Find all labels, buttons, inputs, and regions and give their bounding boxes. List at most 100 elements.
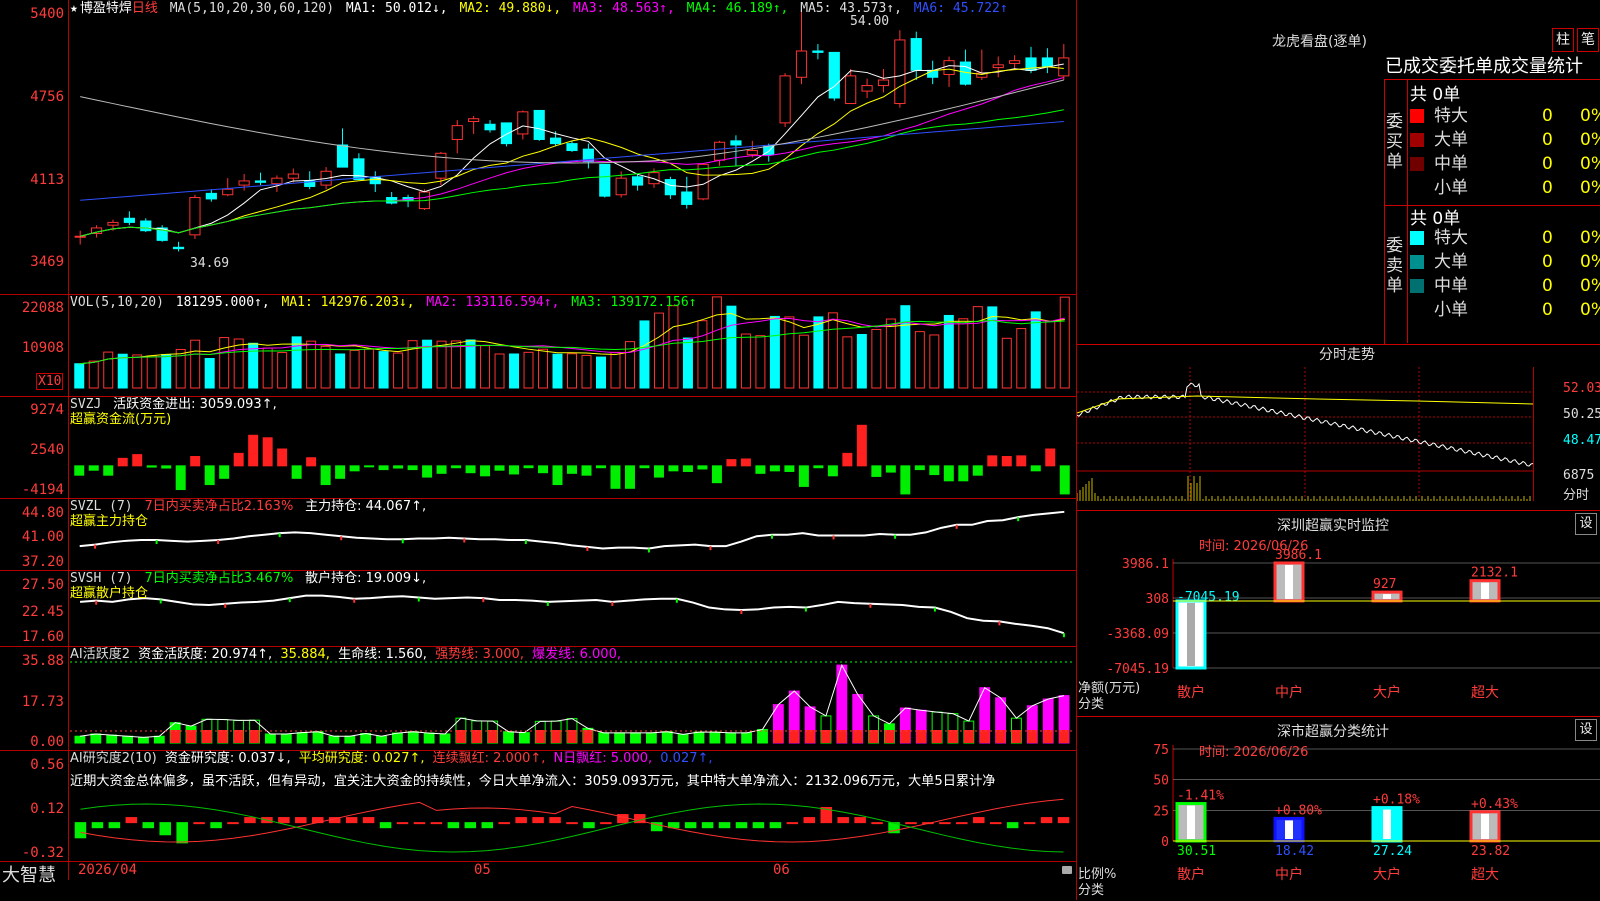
- bar: [349, 465, 360, 472]
- column-view-button[interactable]: 柱: [1552, 28, 1574, 52]
- y-tick: 44.80: [21, 505, 64, 521]
- candle-body: [631, 176, 644, 186]
- candle-body: [927, 69, 939, 78]
- bar: [827, 312, 838, 389]
- bar: [784, 465, 795, 472]
- bar: [498, 822, 510, 825]
- bar: [391, 732, 403, 744]
- base-block: [249, 730, 260, 743]
- base-block: [836, 730, 847, 743]
- tick-view-button[interactable]: 笔: [1577, 28, 1599, 52]
- base-block: [805, 730, 816, 743]
- bar: [278, 817, 290, 824]
- bar: [653, 465, 664, 478]
- bar: [210, 822, 222, 829]
- star-icon[interactable]: ★: [70, 1, 78, 16]
- bar: [146, 465, 157, 468]
- research-line: [80, 798, 1064, 843]
- bar: [987, 306, 998, 389]
- bar: [549, 817, 561, 824]
- bar: [413, 822, 426, 825]
- y-tick: 0.12: [30, 801, 64, 817]
- base-block: [1027, 730, 1038, 743]
- bar: [1059, 465, 1070, 495]
- bar: [436, 340, 447, 389]
- y-tick: 3986.1: [1122, 557, 1169, 572]
- bar: [264, 733, 276, 744]
- date-may: 05: [474, 862, 491, 878]
- bar: [233, 338, 244, 389]
- bar-highlight: [1187, 602, 1195, 666]
- bar: [328, 735, 340, 744]
- bar: [552, 353, 563, 389]
- svzj-chart: [74, 424, 1070, 495]
- hold-line: [79, 510, 1065, 550]
- lock-icon[interactable]: [1062, 866, 1072, 874]
- ai2-e: 0.027↑,: [660, 751, 713, 766]
- base-block: [535, 730, 546, 743]
- period-label[interactable]: 日线: [132, 1, 158, 16]
- vol-params: VOL(5,10,20): [70, 295, 164, 310]
- value-label: 23.82: [1471, 844, 1510, 859]
- bar: [295, 817, 307, 824]
- bar: [344, 735, 356, 744]
- base-block: [551, 730, 562, 743]
- change-label: +0.18%: [1373, 793, 1420, 808]
- base-block: [582, 730, 593, 743]
- row-pct: 0%: [1580, 130, 1600, 150]
- bar: [1030, 465, 1041, 472]
- chart-area[interactable]: 5400 4756 4113 3469 22088 10908 X10 9274…: [0, 0, 1078, 900]
- order-stats-tabs[interactable]: 已成交委托单成交量统计: [1385, 52, 1600, 78]
- bar: [509, 353, 520, 389]
- bar: [494, 465, 505, 471]
- base-block: [995, 730, 1006, 743]
- bar: [726, 459, 737, 467]
- svzl-subtitle: 超赢主力持仓: [70, 514, 149, 529]
- change-label: +0.43%: [1471, 797, 1518, 812]
- y-tick: 3469: [30, 254, 64, 270]
- bar: [711, 296, 722, 389]
- bar: [1045, 448, 1056, 467]
- row-label: 小单: [1434, 178, 1468, 198]
- svsh-ratio: 7日内买卖净占比3.467%: [144, 571, 294, 586]
- bar: [786, 822, 799, 825]
- bar: [509, 465, 520, 475]
- bar: [103, 465, 114, 476]
- bar: [277, 352, 288, 389]
- bar: [600, 822, 612, 825]
- candle-body: [877, 79, 890, 87]
- bar: [503, 731, 514, 744]
- avg-line: [80, 803, 1064, 853]
- svzl-chart: [79, 510, 1065, 553]
- svsh-header: SVSH (7) 7日内买卖净占比3.467% 散户持仓: 19.009↓,: [70, 571, 430, 586]
- category-label: 大户: [1373, 866, 1401, 883]
- y-tick: 9274: [30, 402, 64, 418]
- buy-row-l: 大单 0 0%: [1408, 128, 1600, 152]
- candle-body: [517, 111, 529, 135]
- value-label: -7045.19: [1177, 590, 1240, 605]
- row-value: 0: [1542, 154, 1553, 174]
- bar: [1016, 328, 1027, 389]
- row-value: 0: [1542, 276, 1553, 296]
- candle-body: [222, 188, 234, 196]
- bar: [595, 356, 606, 389]
- ai1-activity: 资金活跃度: 20.974↑,: [138, 647, 273, 662]
- bar: [630, 732, 641, 744]
- ai2-avg: 平均研究度: 0.027↑,: [298, 751, 425, 766]
- bar: [697, 320, 708, 389]
- bar: [122, 735, 133, 744]
- base-block: [1059, 730, 1069, 743]
- value-label: 3986.1: [1275, 548, 1322, 563]
- bar: [407, 465, 418, 471]
- bar: [393, 352, 404, 389]
- bar: [117, 457, 128, 467]
- sell-row-s: 小单 0 0%: [1408, 298, 1600, 322]
- monitor-xlabel: 分类: [1078, 697, 1105, 712]
- candle-body: [746, 150, 758, 156]
- bar: [1045, 320, 1056, 389]
- intraday-panel[interactable]: 分时走势 52.03 50.25 48.47 6875 分时: [1077, 344, 1600, 505]
- bar: [190, 455, 201, 467]
- intraday-chart[interactable]: [1077, 367, 1600, 525]
- stock-name: 博盈特焊: [79, 1, 132, 16]
- y-tick: 308: [1146, 592, 1169, 607]
